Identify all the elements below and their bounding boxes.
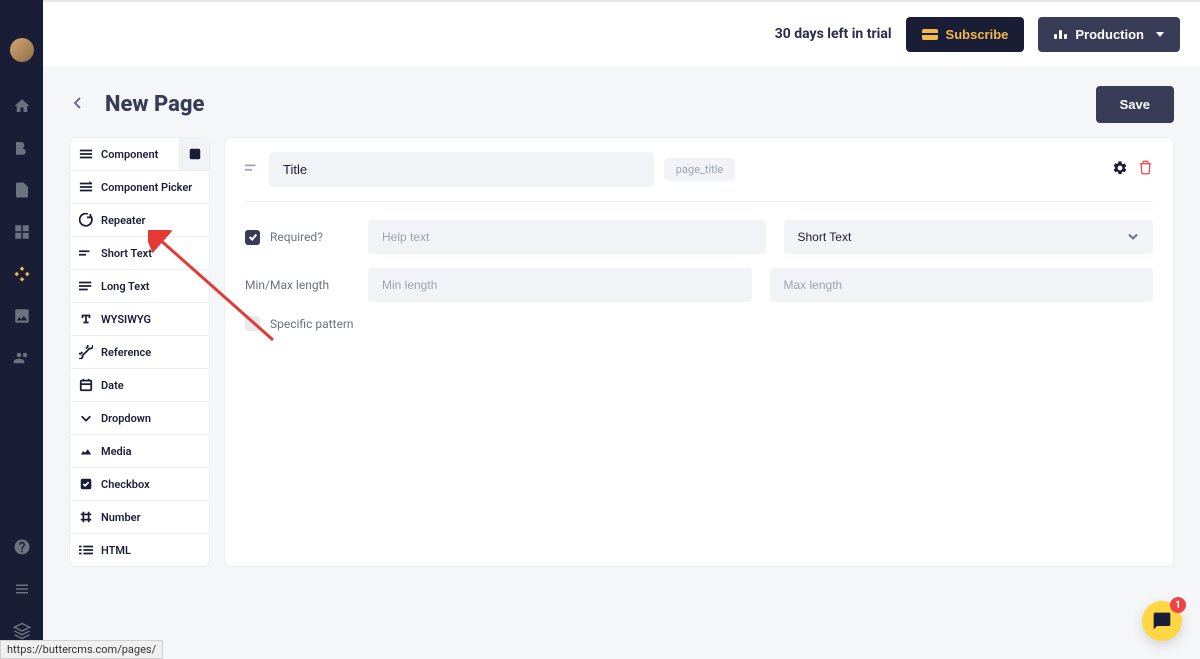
palette-label: WYSIWYG — [101, 313, 151, 326]
max-length-input[interactable] — [770, 268, 1154, 302]
palette-label: Checkbox — [101, 478, 150, 491]
number-icon — [79, 510, 93, 524]
palette-item-wysiwyg[interactable]: WYSIWYG — [70, 303, 209, 336]
palette-item-repeater[interactable]: Repeater — [70, 204, 209, 237]
field-minmax-row: Min/Max length — [245, 268, 1153, 302]
field-header-row: page_title — [245, 152, 1153, 202]
nav-media-icon[interactable] — [12, 306, 32, 326]
palette-label: Component Picker — [101, 181, 192, 194]
palette-library-button[interactable] — [179, 138, 209, 170]
pattern-label: Specific pattern — [270, 317, 354, 331]
picker-icon — [79, 180, 93, 194]
credit-card-icon — [922, 29, 938, 40]
repeater-icon — [79, 213, 93, 227]
palette-label: Number — [101, 511, 141, 524]
field-editor-panel: page_title Required? — [224, 137, 1174, 567]
field-options-row: Required? Short Text — [245, 220, 1153, 254]
delete-icon[interactable] — [1138, 160, 1153, 179]
html-icon — [79, 543, 93, 557]
pattern-checkbox[interactable] — [245, 316, 260, 331]
subscribe-label: Subscribe — [946, 27, 1009, 42]
chevron-down-icon — [1156, 32, 1164, 37]
short-text-icon — [79, 246, 93, 260]
palette-item-number[interactable]: Number — [70, 501, 209, 534]
left-nav-sidebar — [0, 0, 43, 659]
nav-blog-icon[interactable] — [12, 138, 32, 158]
palette-label: Short Text — [101, 247, 152, 260]
palette-item-checkbox[interactable]: Checkbox — [70, 468, 209, 501]
settings-icon[interactable] — [1112, 160, 1128, 180]
palette-item-date[interactable]: Date — [70, 369, 209, 402]
bars-icon — [1054, 30, 1067, 39]
palette-item-short-text[interactable]: Short Text — [70, 237, 209, 270]
palette-item-media[interactable]: Media — [70, 435, 209, 468]
field-slug-badge: page_title — [664, 158, 736, 181]
palette-label: Reference — [101, 346, 151, 359]
help-text-input[interactable] — [368, 220, 766, 254]
avatar[interactable] — [10, 38, 34, 62]
palette-label: HTML — [101, 544, 131, 557]
palette-label: Date — [101, 379, 124, 392]
nav-docs-icon[interactable] — [12, 579, 32, 599]
palette-item-dropdown[interactable]: Dropdown — [70, 402, 209, 435]
page-header: New Page Save — [43, 66, 1200, 137]
page-title: New Page — [105, 92, 204, 117]
field-palette: Component Component Picker Repeater Shor… — [69, 137, 210, 567]
environment-label: Production — [1075, 27, 1144, 42]
palette-label: Dropdown — [101, 412, 151, 425]
nav-home-icon[interactable] — [12, 96, 32, 116]
nav-help-icon[interactable] — [12, 537, 32, 557]
date-icon — [79, 378, 93, 392]
reference-icon — [79, 345, 93, 359]
dropdown-icon — [79, 411, 93, 425]
required-checkbox[interactable] — [245, 230, 260, 245]
field-name-input[interactable] — [269, 152, 654, 187]
trial-text: 30 days left in trial — [775, 26, 892, 42]
palette-item-component-picker[interactable]: Component Picker — [70, 171, 209, 204]
palette-item-reference[interactable]: Reference — [70, 336, 209, 369]
nav-users-icon[interactable] — [12, 348, 32, 368]
field-type-select[interactable]: Short Text — [784, 220, 1154, 254]
topbar: 30 days left in trial Subscribe Producti… — [43, 0, 1200, 66]
nav-pages-icon[interactable] — [12, 180, 32, 200]
palette-item-long-text[interactable]: Long Text — [70, 270, 209, 303]
palette-label: Long Text — [101, 280, 149, 293]
main-area: 30 days left in trial Subscribe Producti… — [43, 0, 1200, 659]
palette-item-html[interactable]: HTML — [70, 534, 209, 566]
nav-collections-icon[interactable] — [12, 222, 32, 242]
minmax-label: Min/Max length — [245, 278, 350, 292]
component-icon — [79, 147, 93, 161]
long-text-icon — [79, 279, 93, 293]
palette-item-component[interactable]: Component — [70, 138, 179, 170]
palette-label: Component — [101, 148, 158, 161]
nav-components-icon[interactable] — [12, 264, 32, 284]
palette-label: Repeater — [101, 214, 146, 227]
chat-widget-button[interactable]: 1 — [1142, 601, 1182, 641]
nav-layers-icon[interactable] — [12, 621, 32, 641]
drag-handle-icon[interactable] — [245, 160, 259, 179]
save-button[interactable]: Save — [1096, 86, 1174, 123]
palette-label: Media — [101, 445, 132, 458]
checkbox-icon — [79, 477, 93, 491]
required-label: Required? — [270, 230, 323, 244]
media-icon — [79, 444, 93, 458]
min-length-input[interactable] — [368, 268, 752, 302]
content-area: Component Component Picker Repeater Shor… — [43, 137, 1200, 567]
field-pattern-row: Specific pattern — [245, 316, 1153, 331]
environment-dropdown[interactable]: Production — [1038, 17, 1180, 52]
back-button[interactable] — [69, 91, 87, 118]
subscribe-button[interactable]: Subscribe — [906, 17, 1025, 52]
browser-status-bar: https://buttercms.com/pages/ — [0, 640, 163, 659]
chat-badge: 1 — [1170, 597, 1186, 613]
wysiwyg-icon — [79, 312, 93, 326]
